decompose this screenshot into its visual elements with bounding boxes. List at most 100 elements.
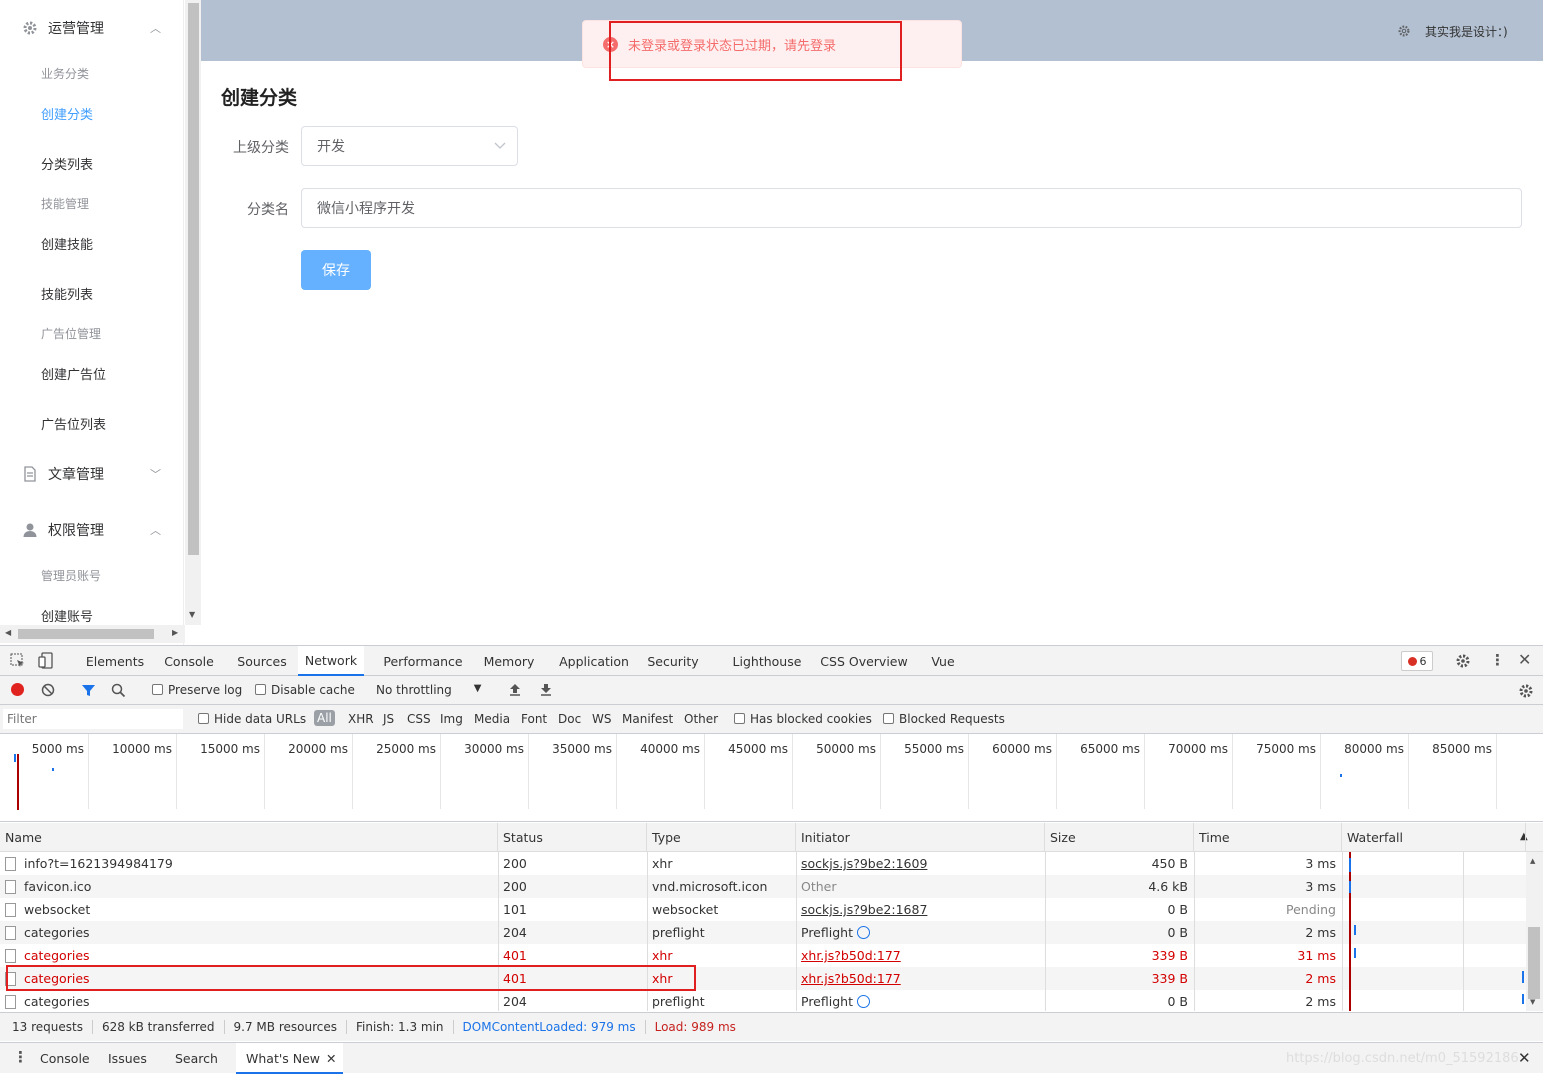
tab-css-overview[interactable]: CSS Overview [817, 646, 911, 676]
checkbox-box[interactable] [152, 684, 163, 695]
sidebar-vertical-scrollbar[interactable]: ▼ [185, 0, 201, 625]
more-options-icon[interactable]: ⋮ [1490, 651, 1505, 669]
throttling-select[interactable]: No throttling ▼ [376, 683, 481, 697]
sidebar-horizontal-scrollbar[interactable]: ◀ ▶ [0, 625, 185, 643]
scroll-down-arrow-icon[interactable]: ▼ [189, 610, 195, 619]
column-header-size[interactable]: Size [1045, 823, 1194, 852]
cell-name[interactable]: categories [0, 944, 498, 967]
cell-initiator[interactable]: sockjs.js?9be2:1687 [796, 898, 1045, 921]
menu-group-operations[interactable]: 运营管理 ︿ [22, 18, 161, 38]
preflight-icon[interactable] [856, 995, 870, 1008]
scroll-left-arrow-icon[interactable]: ◀ [5, 628, 11, 637]
cell-name[interactable]: websocket [0, 898, 498, 921]
type-filter-js[interactable]: JS [383, 712, 394, 726]
drawer-menu-icon[interactable]: ⋮ [13, 1048, 28, 1066]
parent-category-select[interactable]: 开发 [301, 126, 518, 166]
cell-name[interactable]: categories [0, 921, 498, 944]
type-filter-ws[interactable]: WS [592, 712, 611, 726]
filter-icon[interactable] [81, 684, 96, 697]
inspect-element-icon[interactable] [10, 653, 26, 669]
close-tab-icon[interactable]: ✕ [326, 1051, 336, 1066]
type-filter-doc[interactable]: Doc [558, 712, 581, 726]
menu-group-permissions[interactable]: 权限管理 ︿ [22, 520, 161, 540]
scrollbar-thumb[interactable] [188, 3, 199, 555]
user-name[interactable]: 其实我是设计：) [1425, 23, 1508, 40]
error-counter[interactable]: 6 [1401, 651, 1433, 671]
menu-item-category-list[interactable]: 分类列表 [41, 154, 93, 173]
drawer-tab-search[interactable]: Search [175, 1043, 218, 1074]
scrollbar-thumb[interactable] [1528, 927, 1540, 999]
menu-item-create-skill[interactable]: 创建技能 [41, 234, 93, 253]
menu-item-create-ad[interactable]: 创建广告位 [41, 364, 106, 383]
settings-icon[interactable] [1397, 24, 1411, 38]
overview-timeline[interactable]: 5000 ms 10000 ms 15000 ms 20000 ms 25000 ms 3… [0, 734, 1543, 822]
tab-performance[interactable]: Performance [378, 646, 468, 676]
type-filter-media[interactable]: Media [474, 712, 510, 726]
checkbox-box[interactable] [255, 684, 266, 695]
type-filter-all[interactable]: All [314, 710, 335, 726]
scroll-up-arrow-icon[interactable]: ▲ [1530, 857, 1535, 865]
menu-item-skill-list[interactable]: 技能列表 [41, 284, 93, 303]
tab-console[interactable]: Console [158, 646, 220, 676]
menu-item-create-account[interactable]: 创建账号 [41, 606, 93, 625]
disable-cache-checkbox[interactable]: Disable cache [255, 683, 355, 697]
column-header-waterfall[interactable]: Waterfall [1342, 823, 1526, 852]
tab-elements[interactable]: Elements [80, 646, 150, 676]
cell-initiator[interactable]: xhr.js?b50d:177 [796, 944, 1045, 967]
cell-initiator[interactable]: sockjs.js?9be2:1609 [796, 852, 1045, 875]
hide-data-urls-checkbox[interactable]: Hide data URLs [198, 712, 306, 726]
checkbox-box[interactable] [734, 713, 745, 724]
type-filter-css[interactable]: CSS [407, 712, 431, 726]
cell-name[interactable]: info?t=1621394984179 [0, 852, 498, 875]
type-filter-xhr[interactable]: XHR [348, 712, 374, 726]
drawer-tab-issues[interactable]: Issues [108, 1043, 147, 1074]
cell-name[interactable]: favicon.ico [0, 875, 498, 898]
tab-security[interactable]: Security [644, 646, 702, 676]
blocked-requests-checkbox[interactable]: Blocked Requests [883, 712, 1005, 726]
preflight-icon[interactable] [856, 926, 870, 939]
filter-input[interactable] [3, 709, 183, 729]
device-toolbar-icon[interactable] [38, 652, 54, 669]
menu-item-create-category[interactable]: 创建分类 [41, 104, 93, 123]
network-settings-icon[interactable] [1518, 683, 1534, 699]
export-har-icon[interactable] [539, 682, 553, 697]
type-filter-manifest[interactable]: Manifest [622, 712, 673, 726]
tab-application[interactable]: Application [552, 646, 636, 676]
tab-vue[interactable]: Vue [923, 646, 963, 676]
scroll-right-arrow-icon[interactable]: ▶ [172, 628, 178, 637]
drawer-tab-console[interactable]: Console [40, 1043, 90, 1074]
save-button[interactable]: 保存 [301, 250, 371, 290]
scrollbar-thumb[interactable] [18, 629, 154, 639]
tab-lighthouse[interactable]: Lighthouse [726, 646, 808, 676]
tab-sources[interactable]: Sources [231, 646, 293, 676]
drawer-tab-what-s-new[interactable]: What's New ✕ [236, 1043, 343, 1074]
column-header-type[interactable]: Type [647, 823, 796, 852]
preserve-log-checkbox[interactable]: Preserve log [152, 683, 242, 697]
cell-initiator[interactable]: xhr.js?b50d:177 [796, 967, 1045, 990]
menu-item-ad-list[interactable]: 广告位列表 [41, 414, 106, 433]
checkbox-box[interactable] [883, 713, 894, 724]
import-har-icon[interactable] [508, 682, 522, 697]
category-name-input[interactable]: 微信小程序开发 [301, 188, 1522, 228]
cell-name[interactable]: categories [0, 990, 498, 1013]
clear-icon[interactable] [41, 683, 55, 697]
menu-group-articles[interactable]: 文章管理 ﹀ [22, 464, 161, 484]
column-header-initiator[interactable]: Initiator [796, 823, 1045, 852]
close-icon[interactable]: ✕ [1518, 650, 1531, 669]
column-header-time[interactable]: Time [1194, 823, 1342, 852]
settings-gear-icon[interactable] [1455, 653, 1471, 669]
table-scrollbar[interactable]: ▲ ▼ [1526, 852, 1543, 1011]
type-filter-other[interactable]: Other [684, 712, 718, 726]
column-header-name[interactable]: Name [0, 823, 498, 852]
search-icon[interactable] [111, 683, 126, 698]
type-filter-font[interactable]: Font [521, 712, 547, 726]
tab-memory[interactable]: Memory [477, 646, 541, 676]
checkbox-box[interactable] [198, 713, 209, 724]
scroll-down-arrow-icon[interactable]: ▼ [1530, 998, 1535, 1006]
record-icon[interactable] [11, 683, 24, 696]
tab-network[interactable]: Network [298, 646, 364, 676]
column-header-status[interactable]: Status [498, 823, 647, 852]
has-blocked-cookies-checkbox[interactable]: Has blocked cookies [734, 712, 872, 726]
type-filter-img[interactable]: Img [440, 712, 463, 726]
close-drawer-icon[interactable]: ✕ [1518, 1049, 1531, 1067]
